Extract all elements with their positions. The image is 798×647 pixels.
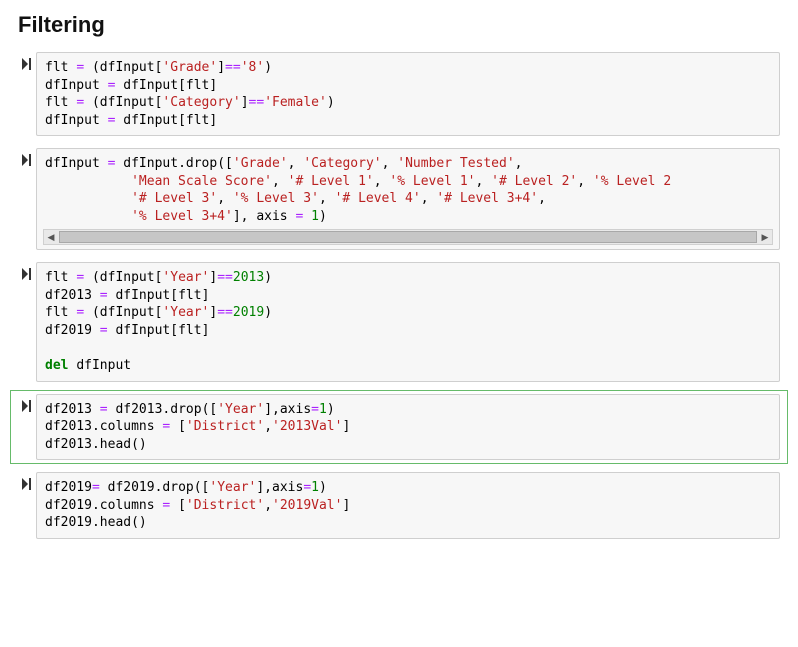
notebook: Filtering flt = (dfInput['Grade']=='8') …	[0, 0, 798, 571]
code-block[interactable]: flt = (dfInput['Year']==2013) df2013 = d…	[45, 269, 771, 374]
cell-input-area[interactable]: df2013 = df2013.drop(['Year'],axis=1) df…	[36, 394, 780, 461]
code-block[interactable]: flt = (dfInput['Grade']=='8') dfInput = …	[45, 59, 771, 129]
code-block[interactable]: df2013 = df2013.drop(['Year'],axis=1) df…	[45, 401, 771, 454]
run-cell-button[interactable]	[18, 148, 36, 166]
run-cell-button[interactable]	[18, 394, 36, 412]
run-icon	[22, 268, 32, 280]
scroll-right-button[interactable]: ▶	[758, 231, 772, 243]
section-heading: Filtering	[18, 12, 780, 38]
run-cell-button[interactable]	[18, 52, 36, 70]
run-cell-button[interactable]	[18, 472, 36, 490]
run-cell-button[interactable]	[18, 262, 36, 280]
run-icon	[22, 478, 32, 490]
code-cell[interactable]: dfInput = dfInput.drop(['Grade', 'Catego…	[18, 148, 780, 250]
cell-input-area[interactable]: df2019= df2019.drop(['Year'],axis=1) df2…	[36, 472, 780, 539]
cell-input-area[interactable]: flt = (dfInput['Grade']=='8') dfInput = …	[36, 52, 780, 136]
code-block[interactable]: df2019= df2019.drop(['Year'],axis=1) df2…	[45, 479, 771, 532]
run-icon	[22, 154, 32, 166]
code-cell[interactable]: flt = (dfInput['Grade']=='8') dfInput = …	[18, 52, 780, 136]
cells-container: flt = (dfInput['Grade']=='8') dfInput = …	[18, 52, 780, 539]
code-cell[interactable]: flt = (dfInput['Year']==2013) df2013 = d…	[18, 262, 780, 381]
cell-input-area[interactable]: flt = (dfInput['Year']==2013) df2013 = d…	[36, 262, 780, 381]
horizontal-scrollbar[interactable]: ◀▶	[43, 229, 773, 245]
cell-input-area[interactable]: dfInput = dfInput.drop(['Grade', 'Catego…	[36, 148, 780, 250]
code-cell[interactable]: df2019= df2019.drop(['Year'],axis=1) df2…	[18, 472, 780, 539]
scroll-left-button[interactable]: ◀	[44, 231, 58, 243]
scroll-thumb[interactable]	[59, 231, 757, 243]
run-icon	[22, 400, 32, 412]
code-cell[interactable]: df2013 = df2013.drop(['Year'],axis=1) df…	[18, 394, 780, 461]
run-icon	[22, 58, 32, 70]
